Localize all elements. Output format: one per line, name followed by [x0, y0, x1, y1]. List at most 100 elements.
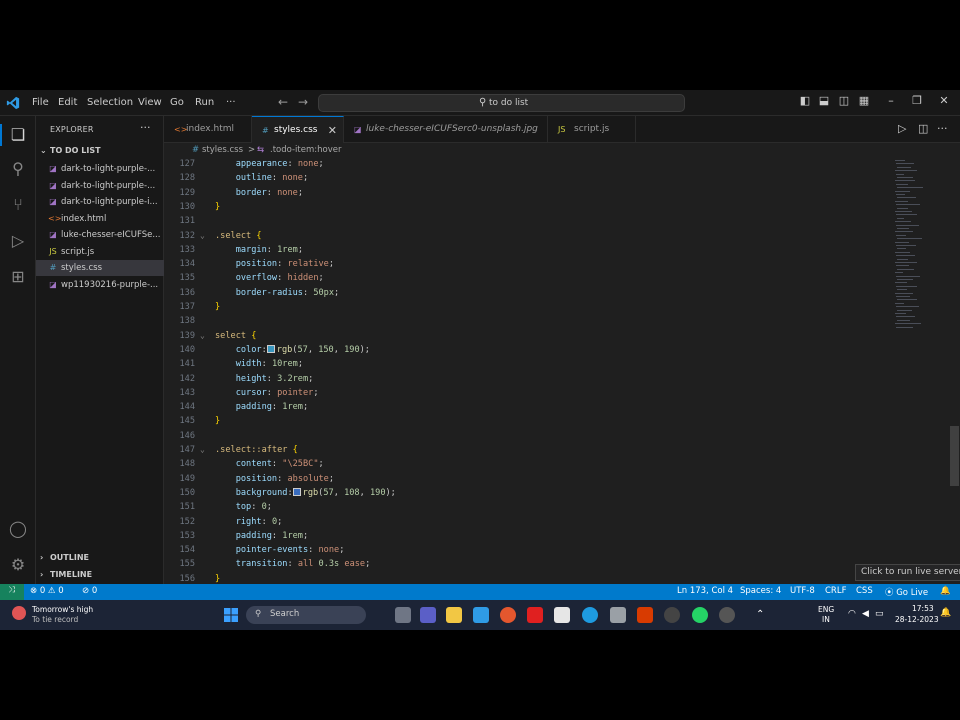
clock-time[interactable]: 17:53: [912, 604, 934, 613]
account-icon[interactable]: ◯: [6, 518, 30, 540]
code-line[interactable]: 153 padding: 1rem;: [164, 529, 884, 543]
color-swatch[interactable]: [292, 487, 301, 496]
toggle-secondary-sidebar-icon[interactable]: ◫: [838, 94, 850, 108]
tab-index-html[interactable]: <> index.html: [164, 116, 252, 143]
code-line[interactable]: 131: [164, 214, 884, 228]
code-line[interactable]: 130}: [164, 200, 884, 214]
volume-icon[interactable]: ◀: [862, 609, 869, 619]
breadcrumb-file[interactable]: styles.css: [202, 145, 243, 155]
code-line[interactable]: 149 position: absolute;: [164, 472, 884, 486]
menu-edit[interactable]: Edit: [58, 97, 77, 108]
ports-indicator[interactable]: ⊘ 0: [82, 586, 97, 596]
menu-go[interactable]: Go: [170, 97, 184, 108]
file-item[interactable]: ◪ dark-to-light-purple-i...: [36, 194, 164, 210]
command-center[interactable]: ⚲ to do list: [318, 94, 685, 112]
toggle-primary-sidebar-icon[interactable]: ◧: [799, 94, 811, 108]
indentation[interactable]: Spaces: 4: [740, 586, 781, 596]
media-player-icon[interactable]: [664, 607, 680, 623]
toggle-panel-icon[interactable]: ⬓: [818, 94, 830, 108]
menu-selection[interactable]: Selection: [87, 97, 133, 108]
encoding[interactable]: UTF-8: [790, 586, 815, 596]
code-line[interactable]: 143 cursor: pointer;: [164, 386, 884, 400]
cursor-position[interactable]: Ln 173, Col 4: [677, 586, 733, 596]
fold-chevron-icon[interactable]: ⌄: [200, 229, 205, 243]
code-line[interactable]: 135 overflow: hidden;: [164, 271, 884, 285]
whatsapp-icon[interactable]: [692, 607, 708, 623]
file-item[interactable]: ◪ dark-to-light-purple-...: [36, 178, 164, 194]
minimize-icon[interactable]: –: [885, 94, 897, 108]
code-line[interactable]: 151 top: 0;: [164, 500, 884, 514]
notifications-bell-icon[interactable]: 🔔: [940, 586, 951, 596]
menu-file[interactable]: File: [32, 97, 49, 108]
battery-icon[interactable]: ▭: [875, 609, 884, 619]
code-line[interactable]: 140 color: rgb(57, 150, 190);: [164, 343, 884, 357]
fold-chevron-icon[interactable]: ⌄: [200, 329, 205, 343]
fold-chevron-icon[interactable]: ⌄: [200, 443, 205, 457]
close-tab-icon[interactable]: ✕: [328, 117, 337, 144]
search-icon[interactable]: ⚲: [6, 158, 30, 180]
edge-icon[interactable]: [582, 607, 598, 623]
file-item[interactable]: JS script.js: [36, 244, 164, 260]
code-line[interactable]: 146: [164, 429, 884, 443]
code-line[interactable]: 145}: [164, 414, 884, 428]
tab-styles-css[interactable]: # styles.css ✕: [252, 116, 344, 143]
notification-bell-icon[interactable]: 🔔: [940, 608, 951, 618]
code-line[interactable]: 154 pointer-events: none;: [164, 543, 884, 557]
file-item[interactable]: ◪ dark-to-light-purple-...: [36, 161, 164, 177]
vertical-scrollbar[interactable]: [950, 426, 959, 486]
remote-indicator[interactable]: ⤨: [0, 584, 24, 600]
powerpoint-icon[interactable]: [637, 607, 653, 623]
color-swatch[interactable]: [266, 344, 275, 353]
store-icon[interactable]: [554, 607, 570, 623]
code-line[interactable]: 152 right: 0;: [164, 515, 884, 529]
more-actions-icon[interactable]: ···: [140, 121, 151, 134]
code-line[interactable]: 142 height: 3.2rem;: [164, 372, 884, 386]
extensions-icon[interactable]: ⊞: [6, 266, 30, 288]
back-arrow-icon[interactable]: ←: [278, 95, 288, 109]
recorder-icon[interactable]: [719, 607, 735, 623]
code-line[interactable]: 128 outline: none;: [164, 171, 884, 185]
go-live-button[interactable]: ⦿ Go Live: [885, 586, 928, 598]
code-line[interactable]: 150 background: rgb(57, 108, 190);: [164, 486, 884, 500]
run-file-icon[interactable]: ▷: [898, 122, 906, 135]
source-control-icon[interactable]: ⑂: [6, 194, 30, 216]
folder-header[interactable]: ⌄ TO DO LIST: [40, 146, 101, 155]
teams-icon[interactable]: [420, 607, 436, 623]
file-item[interactable]: ◪ wp11930216-purple-...: [36, 277, 164, 293]
timeline-section[interactable]: › TIMELINE: [40, 570, 92, 579]
code-line[interactable]: 136 border-radius: 50px;: [164, 286, 884, 300]
close-window-icon[interactable]: ✕: [938, 94, 950, 108]
code-line[interactable]: 129 border: none;: [164, 186, 884, 200]
menu-run[interactable]: Run: [195, 97, 214, 108]
forward-arrow-icon[interactable]: →: [298, 95, 308, 109]
tab-script-js[interactable]: JS script.js: [548, 116, 636, 143]
settings-gear-icon[interactable]: ⚙: [6, 554, 30, 576]
problems-indicator[interactable]: ⊗ 0 ⚠ 0: [30, 586, 64, 596]
menu-more[interactable]: ···: [226, 97, 236, 108]
weather-icon[interactable]: [12, 606, 26, 620]
youtube-icon[interactable]: [527, 607, 543, 623]
file-item[interactable]: ◪ luke-chesser-eICUFSe...: [36, 227, 164, 243]
app-icon[interactable]: [610, 607, 626, 623]
line-endings[interactable]: CRLF: [825, 586, 846, 596]
chrome-icon[interactable]: [500, 607, 516, 623]
split-editor-icon[interactable]: ◫: [918, 122, 928, 135]
breadcrumb-symbol[interactable]: .todo-item:hover: [270, 145, 341, 155]
file-item[interactable]: # styles.css: [36, 260, 164, 276]
clock-date[interactable]: 28-12-2023: [895, 615, 939, 624]
code-line[interactable]: 132 ⌄ .select {: [164, 229, 884, 243]
run-debug-icon[interactable]: ▷: [6, 230, 30, 252]
task-view-icon[interactable]: [395, 607, 411, 623]
input-language[interactable]: ENG: [818, 605, 834, 614]
taskbar-search[interactable]: ⚲ Search: [246, 606, 366, 624]
menu-view[interactable]: View: [138, 97, 162, 108]
minimap[interactable]: [892, 158, 952, 338]
customize-layout-icon[interactable]: ▦: [858, 94, 870, 108]
tray-chevron-icon[interactable]: ⌃: [756, 609, 764, 620]
code-line[interactable]: 139 ⌄ select {: [164, 329, 884, 343]
code-line[interactable]: 137}: [164, 300, 884, 314]
tab-luke-chesser-jpg[interactable]: ◪ luke-chesser-eICUFSerc0-unsplash.jpg: [344, 116, 548, 143]
code-line[interactable]: 148 content: "\25BC";: [164, 457, 884, 471]
code-line[interactable]: 138: [164, 314, 884, 328]
file-explorer-icon[interactable]: [446, 607, 462, 623]
